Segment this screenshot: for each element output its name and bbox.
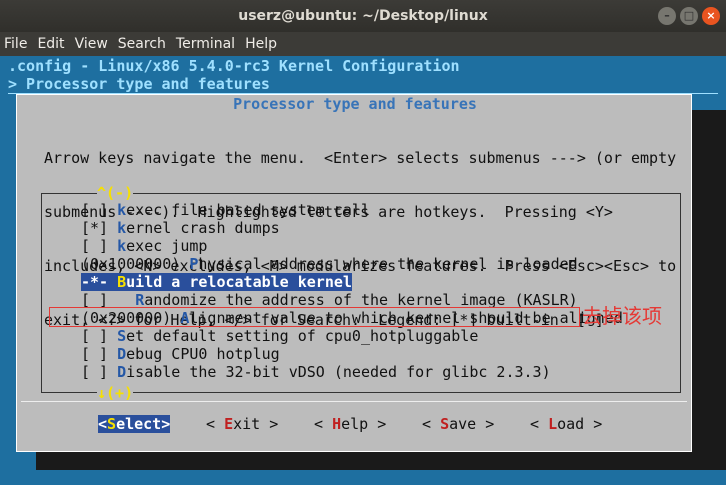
- minimize-icon[interactable]: –: [658, 7, 676, 25]
- menu-item-crash-dumps[interactable]: [*] kernel crash dumps: [81, 219, 280, 237]
- dialog-title: Processor type and features: [17, 95, 693, 113]
- menu-breadcrumb: > Processor type and features: [8, 75, 270, 93]
- menu-item-debug-cpu0[interactable]: [ ] Debug CPU0 hotplug: [81, 345, 280, 363]
- menu-view[interactable]: View: [70, 36, 113, 52]
- load-button[interactable]: < Load >: [530, 415, 602, 433]
- kaslr-highlight-box: [49, 307, 580, 327]
- help-line: Arrow keys navigate the menu. <Enter> se…: [44, 149, 677, 167]
- menu-help[interactable]: Help: [240, 36, 282, 52]
- menu-item-vdso[interactable]: [ ] Disable the 32-bit vDSO (needed for …: [81, 363, 551, 381]
- menu-item-physical-address[interactable]: (0x1000000) Physical address where the k…: [81, 255, 578, 273]
- select-button[interactable]: <Select>: [98, 415, 171, 433]
- menu-terminal[interactable]: Terminal: [171, 36, 240, 52]
- maximize-icon[interactable]: □: [680, 7, 698, 25]
- save-button[interactable]: < Save >: [422, 415, 494, 433]
- exit-button[interactable]: < Exit >: [206, 415, 278, 433]
- annotation-text: 去掉该项: [582, 304, 662, 328]
- menu-item-kexec-jump[interactable]: [ ] kexec jump: [81, 237, 207, 255]
- window-titlebar: userz@ubuntu: ~/Desktop/linux – □ ×: [0, 0, 726, 32]
- menu-item-kexec-file[interactable]: [ ] kexec file based system call: [81, 201, 370, 219]
- button-divider: [21, 401, 687, 402]
- terminal-area[interactable]: .config - Linux/x86 5.4.0-rc3 Kernel Con…: [0, 56, 726, 485]
- scroll-down-indicator: ↓(+): [97, 384, 134, 402]
- menu-item-cpu0-hotpluggable[interactable]: [ ] Set default setting of cpu0_hotplugg…: [81, 327, 478, 345]
- window-controls: – □ ×: [658, 7, 720, 25]
- menuconfig-dialog: Processor type and features Arrow keys n…: [16, 94, 692, 452]
- close-icon[interactable]: ×: [702, 7, 720, 25]
- menu-search[interactable]: Search: [113, 36, 171, 52]
- scroll-up-indicator: ^(-): [97, 184, 134, 202]
- menubar: File Edit View Search Terminal Help: [0, 32, 726, 56]
- window-title: userz@ubuntu: ~/Desktop/linux: [238, 8, 488, 24]
- config-header: .config - Linux/x86 5.4.0-rc3 Kernel Con…: [8, 57, 460, 75]
- menu-file[interactable]: File: [0, 36, 32, 52]
- help-button[interactable]: < Help >: [314, 415, 386, 433]
- menu-item-relocatable[interactable]: -*- Build a relocatable kernel: [81, 273, 352, 291]
- menu-edit[interactable]: Edit: [32, 36, 69, 52]
